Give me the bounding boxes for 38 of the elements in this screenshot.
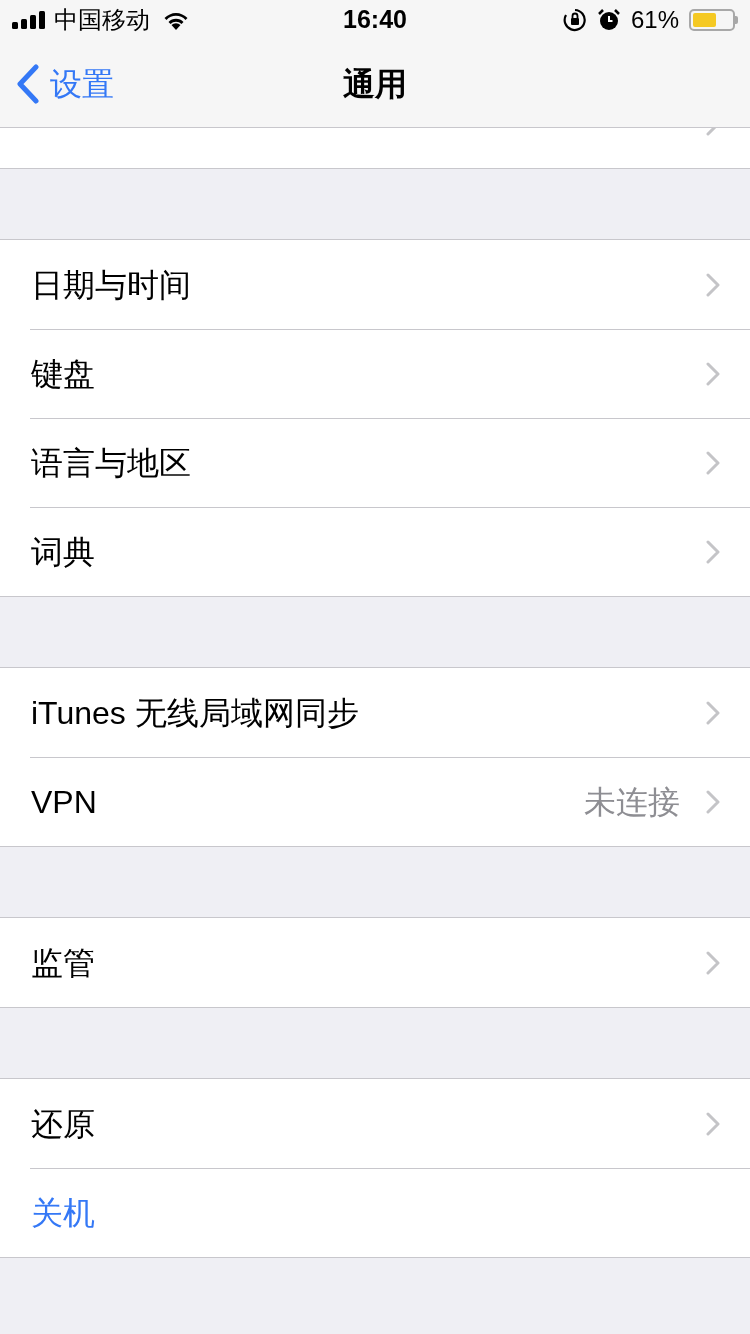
- row-label: 还原: [31, 1104, 95, 1144]
- chevron-icon: [706, 361, 720, 386]
- row-label: VPN: [31, 782, 97, 822]
- back-chevron-icon: [16, 64, 40, 104]
- row-label: 词典: [31, 532, 95, 572]
- clock-time: 16:40: [343, 4, 407, 36]
- battery-icon: [689, 9, 738, 31]
- row-label: 键盘: [31, 354, 95, 394]
- battery-percentage: 61%: [630, 5, 679, 35]
- rotation-lock-icon: [562, 8, 587, 32]
- settings-row[interactable]: 监管: [0, 918, 750, 1007]
- carrier-name: 中国移动: [54, 5, 150, 36]
- back-button[interactable]: 设置: [0, 60, 114, 108]
- chevron-icon: [706, 1111, 720, 1136]
- settings-row[interactable]: 键盘: [0, 329, 750, 418]
- chevron-icon: [706, 700, 720, 725]
- page-title: 通用: [343, 65, 407, 104]
- chevron-icon: [706, 450, 720, 475]
- settings-row[interactable]: VPN 未连接: [0, 757, 750, 846]
- settings-row[interactable]: 语言与地区: [0, 418, 750, 507]
- chevron-icon: [706, 950, 720, 975]
- settings-row[interactable]: 词典: [0, 507, 750, 596]
- settings-row[interactable]: 日期与时间: [0, 240, 750, 329]
- wifi-icon: [162, 10, 190, 30]
- row-label: 日期与时间: [31, 265, 191, 305]
- row-label: 监管: [31, 943, 95, 983]
- settings-row[interactable]: 还原: [0, 1079, 750, 1168]
- signal-icon: [12, 11, 48, 29]
- chevron-icon: [706, 272, 720, 297]
- settings-row[interactable]: iTunes 无线局域网同步: [0, 668, 750, 757]
- row-value: 未连接: [584, 782, 680, 822]
- alarm-icon: [596, 8, 621, 32]
- row-label: 语言与地区: [31, 443, 191, 483]
- chevron-icon: [706, 789, 720, 814]
- chevron-icon: [706, 539, 720, 564]
- row-label: iTunes 无线局域网同步: [31, 693, 359, 733]
- settings-row[interactable]: 关机: [0, 1168, 750, 1257]
- row-label: 关机: [31, 1193, 95, 1233]
